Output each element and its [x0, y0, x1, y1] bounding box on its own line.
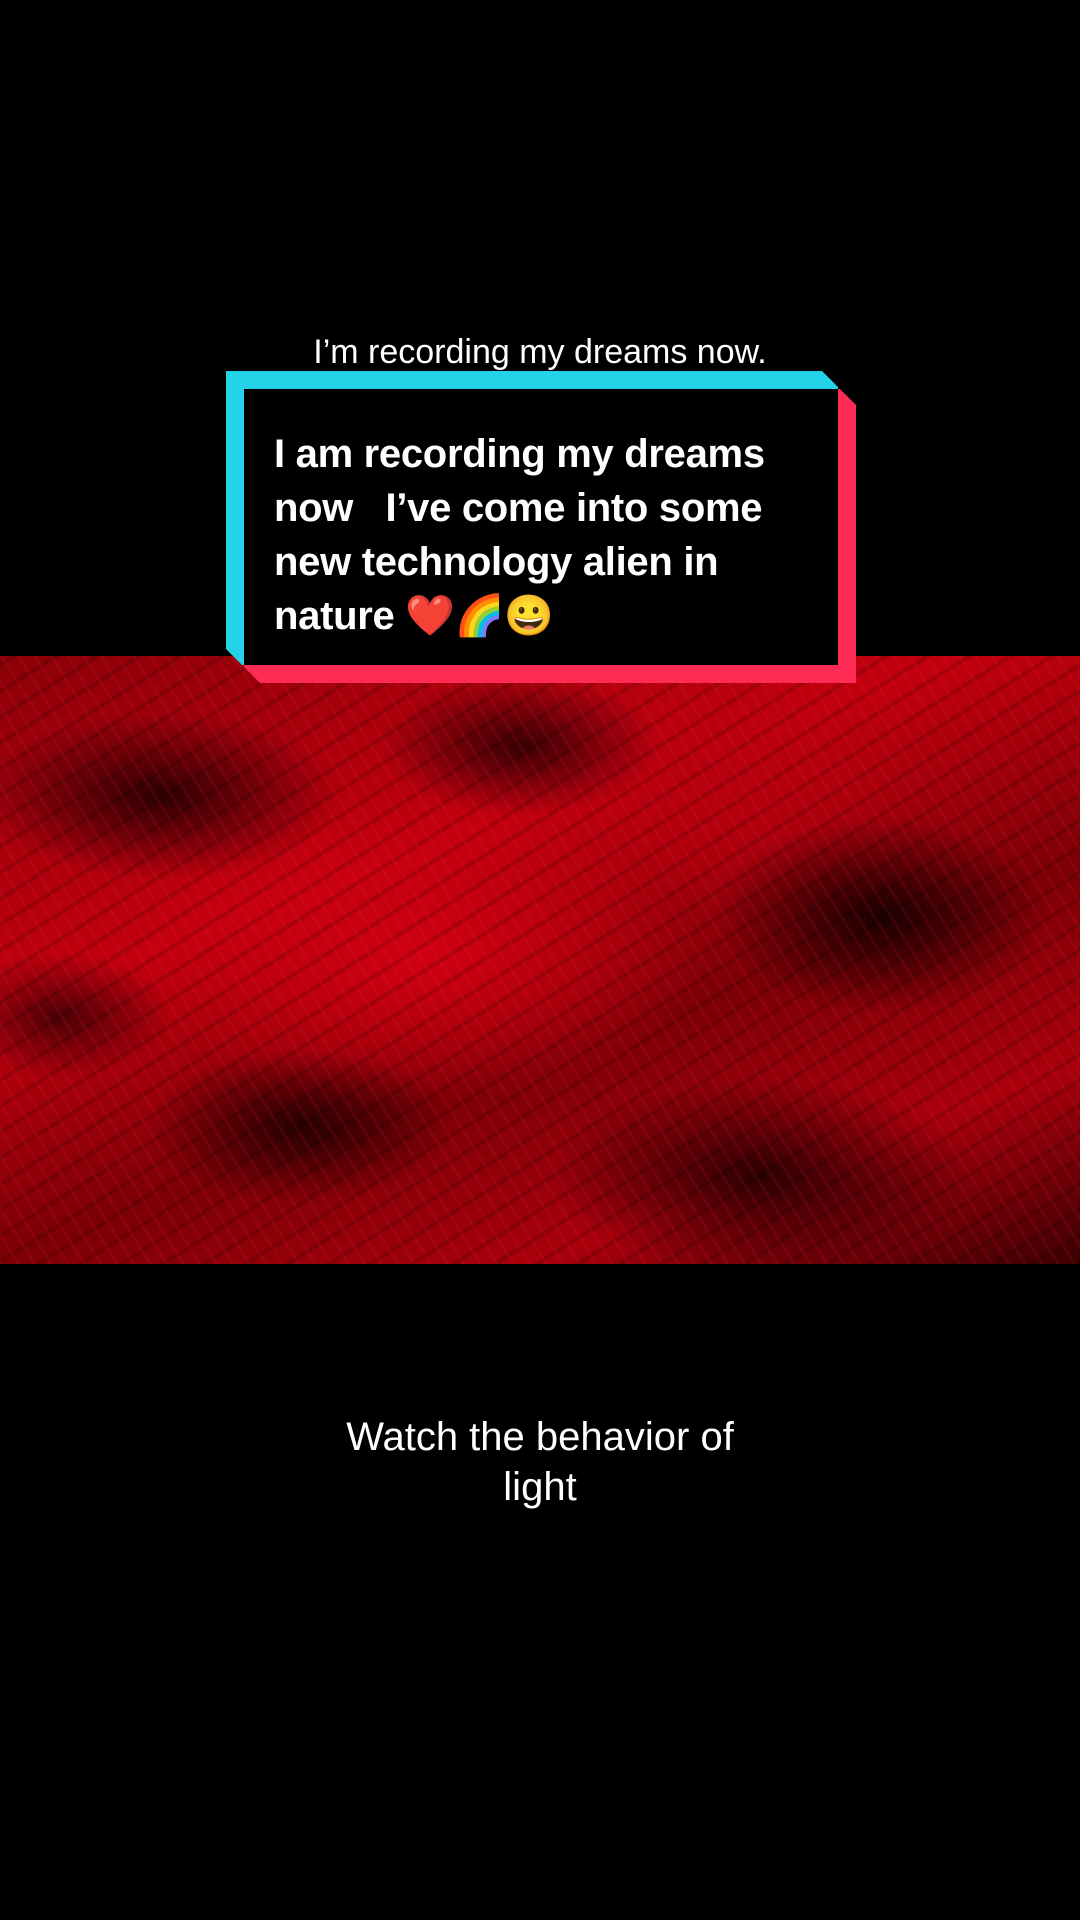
top-caption: I’m recording my dreams now. — [313, 333, 767, 371]
comment-reply-card: I am recording my dreams now I’ve come i… — [226, 371, 856, 683]
bottom-caption: Watch the behavior of light — [0, 1412, 1080, 1512]
video-frame[interactable] — [0, 656, 1080, 1264]
comment-card-text: I am recording my dreams now I’ve come i… — [274, 432, 776, 638]
bottom-caption-line-2: light — [503, 1465, 577, 1509]
bottom-caption-line-1: Watch the behavior of — [346, 1415, 734, 1459]
video-texture — [0, 656, 1080, 1264]
comment-card-body: I am recording my dreams now I’ve come i… — [244, 389, 838, 665]
